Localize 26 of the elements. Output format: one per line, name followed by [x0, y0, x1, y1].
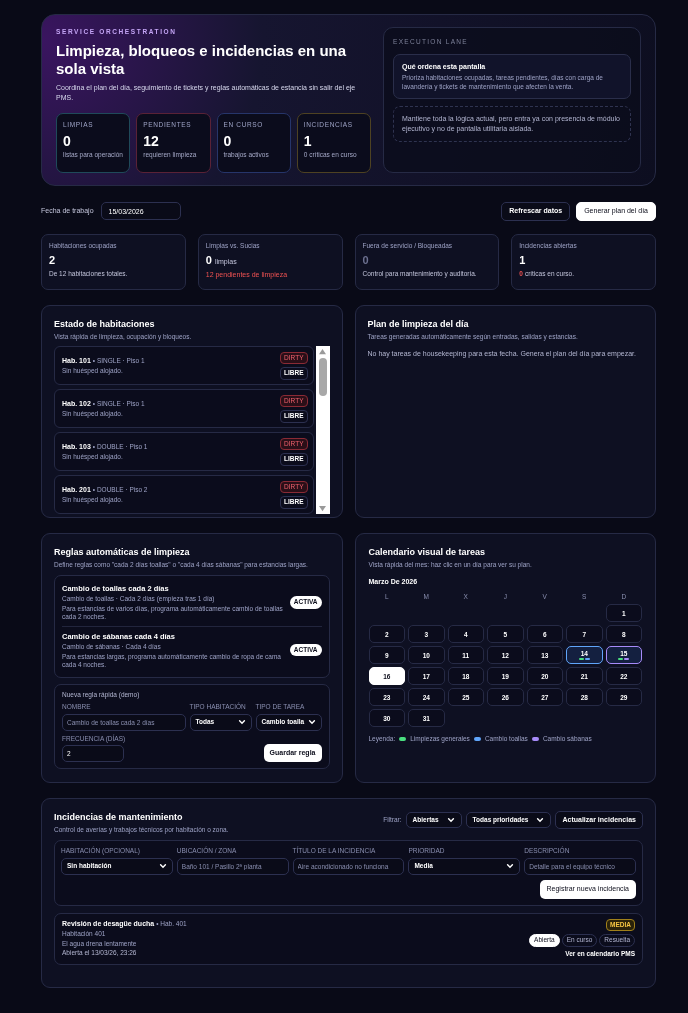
- panel-title: Reglas automáticas de limpieza: [54, 546, 191, 559]
- task-markers: [578, 658, 590, 660]
- kpi-value: 2: [49, 253, 56, 267]
- chevron-down-icon: [446, 816, 455, 824]
- scroll-down-icon[interactable]: [318, 505, 327, 512]
- chevron-down-icon: [158, 862, 167, 870]
- chevron-down-icon: [307, 718, 316, 726]
- scroll-thumb[interactable]: [318, 358, 327, 396]
- panel-title: Plan de limpieza del día: [367, 318, 470, 331]
- chevron-down-icon: [237, 718, 246, 726]
- stat-value: 12: [143, 133, 160, 149]
- panel-title: Calendario visual de tareas: [368, 546, 487, 559]
- scrollbar[interactable]: [315, 346, 330, 514]
- panel-title: Incidencias de mantenimiento: [54, 811, 184, 824]
- task-markers: [618, 658, 630, 660]
- stat-value: 1: [303, 133, 313, 149]
- kpi-value: 0: [205, 253, 212, 267]
- hero-title: Limpieza, bloqueos e incidencias en una sola vista: [56, 41, 348, 78]
- scroll-up-icon[interactable]: [318, 348, 327, 355]
- chevron-down-icon: [506, 862, 515, 870]
- chevron-down-icon: [536, 816, 545, 824]
- panel-title: Estado de habitaciones: [54, 318, 156, 331]
- kpi-value: 0: [362, 253, 369, 267]
- stat-value: 0: [63, 133, 72, 149]
- kpi-value: 1: [519, 253, 526, 267]
- stat-value: 0: [223, 133, 233, 149]
